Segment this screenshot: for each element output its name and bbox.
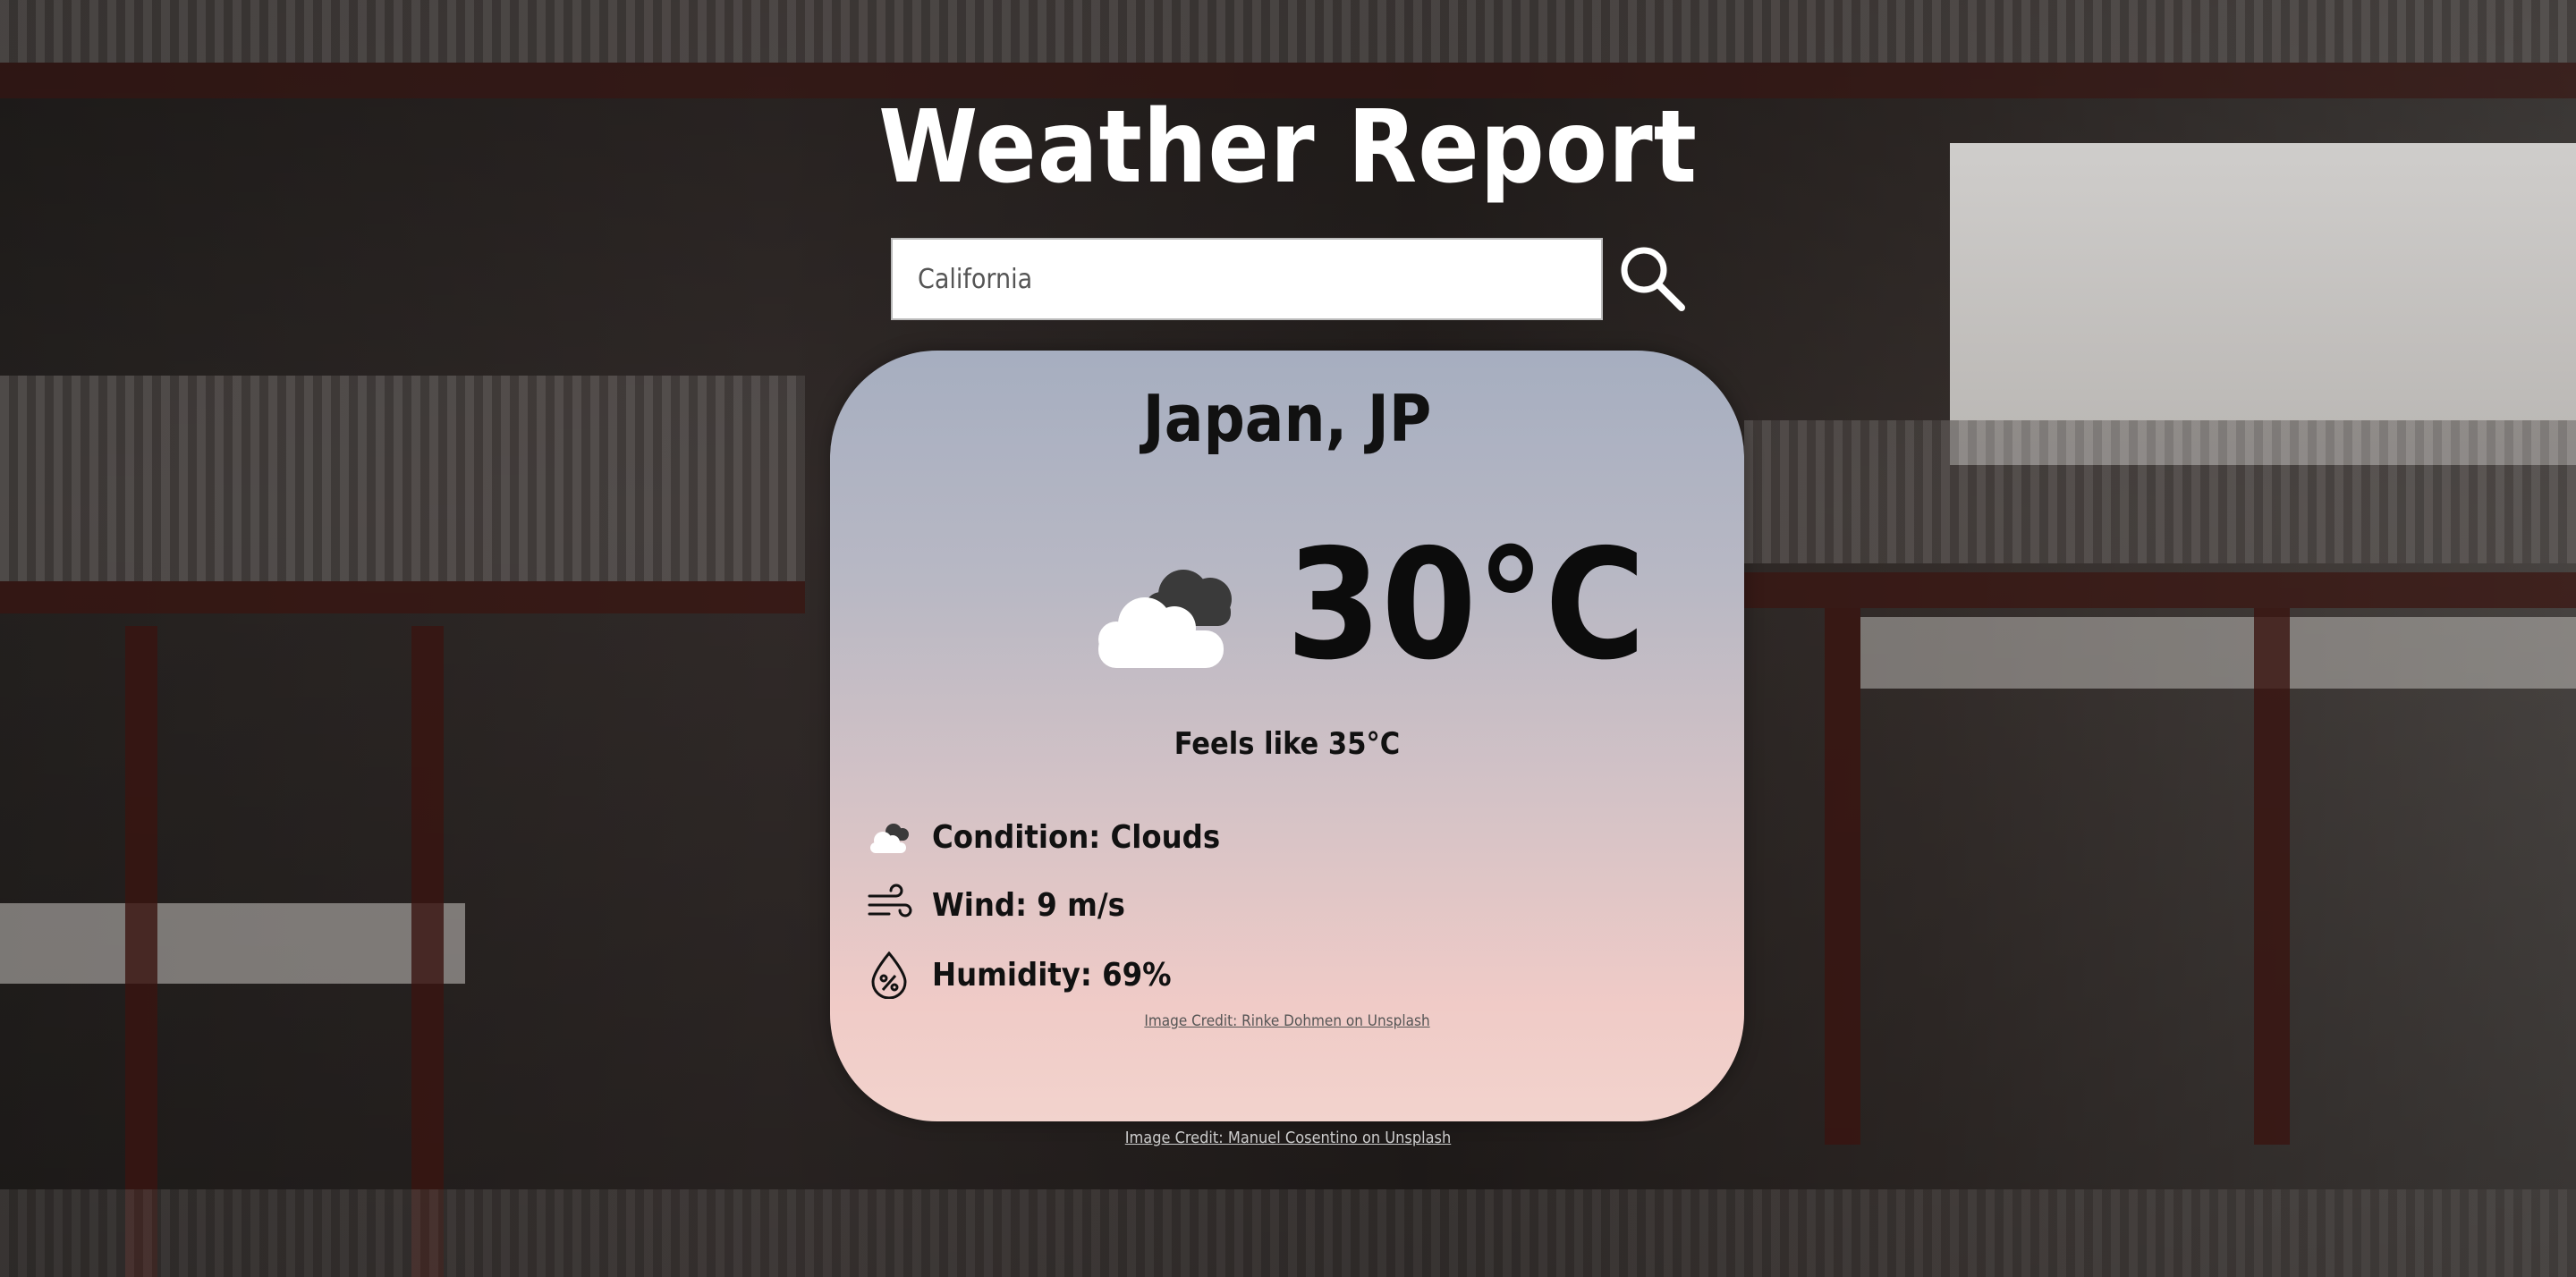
search-input[interactable] [891, 238, 1603, 320]
wind-icon [866, 882, 912, 928]
humidity-row: Humidity: 69% [866, 951, 1172, 999]
temperature: 30°C [1286, 517, 1646, 694]
humidity-icon [866, 951, 912, 999]
clouds-icon [1098, 570, 1232, 668]
humidity-text: Humidity: 69% [932, 956, 1172, 994]
wind-text: Wind: 9 m/s [932, 886, 1125, 924]
weather-card: Japan, JP 30°C Feels like 35°C Condition… [830, 351, 1744, 1121]
search-bar [891, 238, 1694, 320]
condition-text: Condition: Clouds [932, 818, 1221, 856]
page-title: Weather Report [878, 89, 1698, 206]
feels-like: Feels like 35°C [1174, 726, 1401, 762]
page-image-credit-link[interactable]: Image Credit: Manuel Cosentino on Unspla… [0, 1129, 2576, 1147]
location-name: Japan, JP [1142, 381, 1432, 456]
wind-row: Wind: 9 m/s [866, 882, 1125, 928]
search-button[interactable] [1612, 238, 1694, 320]
search-icon [1621, 247, 1685, 311]
card-image-credit-link[interactable]: Image Credit: Rinke Dohmen on Unsplash [830, 1012, 1744, 1030]
condition-row: Condition: Clouds [866, 814, 1220, 860]
cloud-icon [866, 814, 912, 860]
